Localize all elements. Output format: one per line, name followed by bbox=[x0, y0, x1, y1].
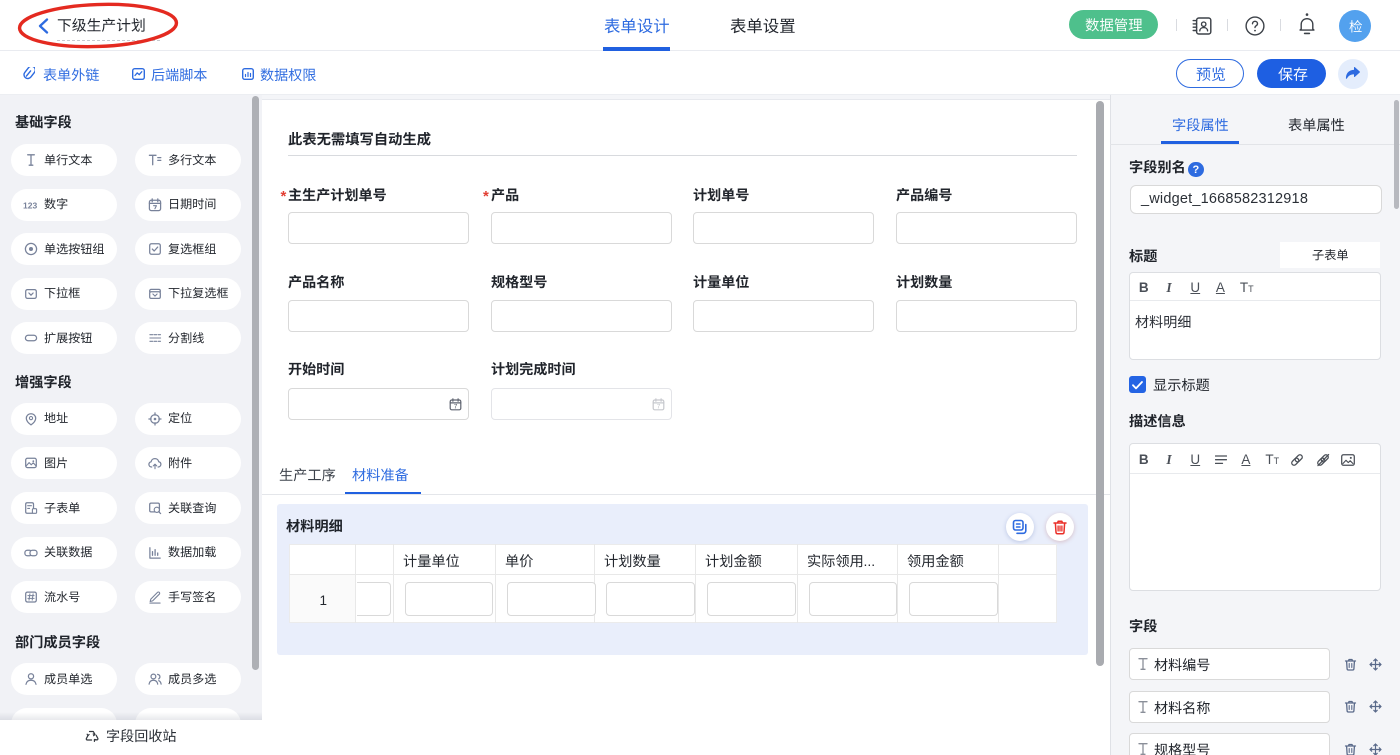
svg-text:123: 123 bbox=[23, 200, 37, 210]
svg-text:7: 7 bbox=[454, 404, 458, 411]
svg-text:7: 7 bbox=[656, 404, 660, 411]
